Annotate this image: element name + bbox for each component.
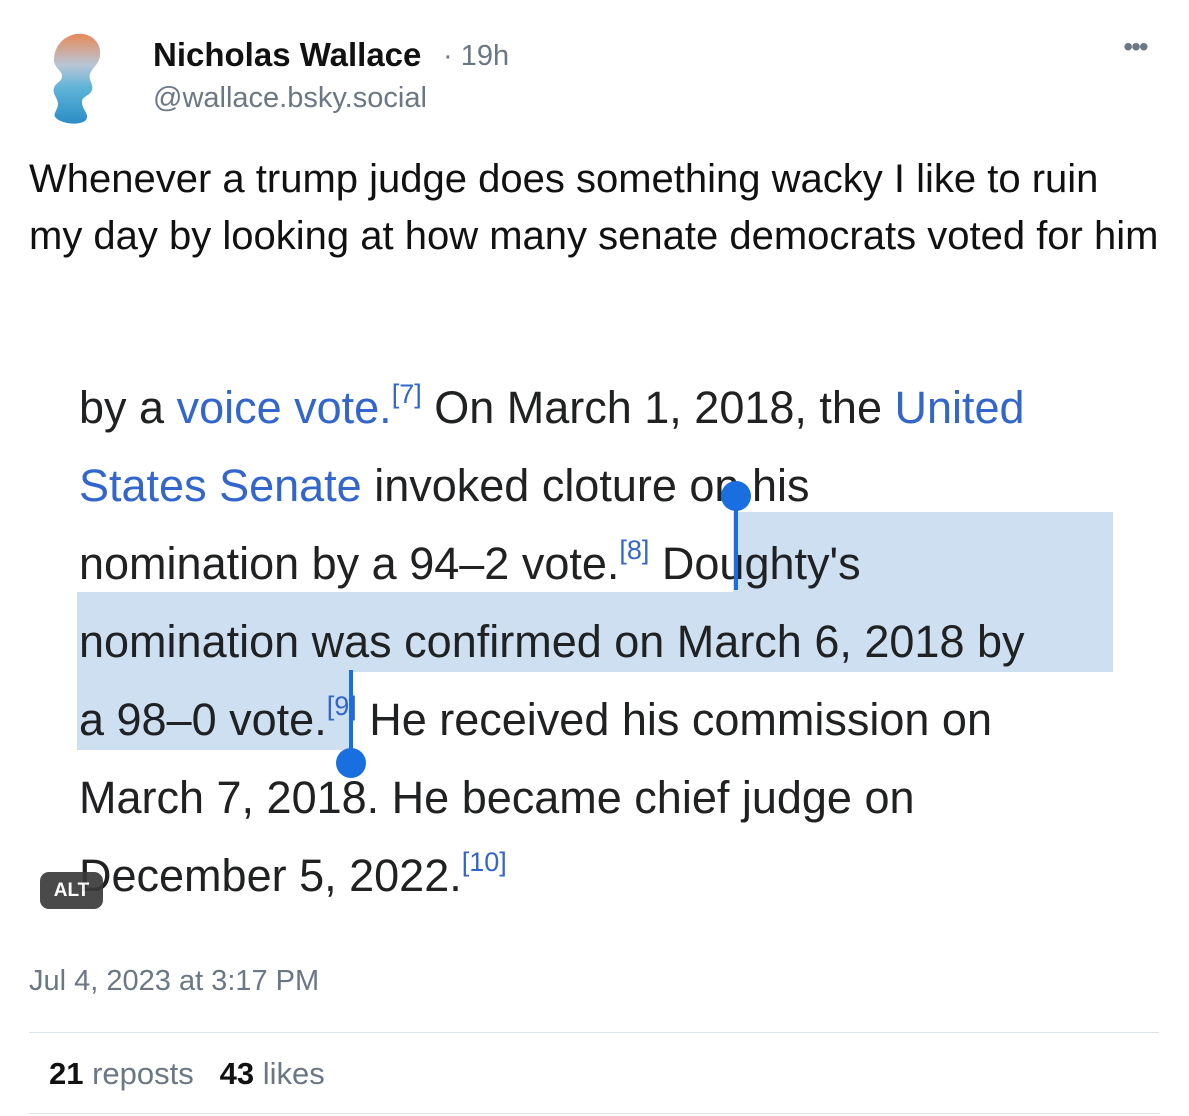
author-name[interactable]: Nicholas Wallace [153,36,421,74]
image-line-6: March 7, 2018. He became chief judge on [79,772,915,823]
post-image[interactable]: by a voice vote.[7] On March 1, 2018, th… [29,358,1159,928]
reposts-count: 21 [49,1056,84,1091]
post-stats: 21 reposts 43 likes [49,1056,325,1092]
likes-link[interactable]: 43 likes [220,1056,325,1091]
post-time[interactable]: · 19h [443,40,509,73]
image-line-7: December 5, 2022.[10] [79,847,507,901]
avatar[interactable] [46,30,110,126]
image-line-2: States Senate invoked cloture on his [79,460,810,511]
selection-end-handle-icon [336,748,366,778]
author-handle[interactable]: @wallace.bsky.social [153,82,427,115]
more-options-button[interactable]: ••• [1115,32,1155,62]
alt-text-badge[interactable]: ALT [40,872,103,909]
likes-count: 43 [219,1056,255,1091]
more-options-icon: ••• [1123,31,1148,62]
time-separator: · [443,40,453,72]
divider [29,1032,1159,1033]
selection-start-cursor [734,498,738,590]
post-text: Whenever a trump judge does something wa… [29,157,1159,258]
image-line-3: nomination by a 94–2 vote.[8] Doughty's [79,535,861,589]
image-line-4: nomination was confirmed on March 6, 201… [79,616,1025,667]
bottom-divider [29,1113,1159,1114]
silhouette-avatar-icon [53,33,101,124]
likes-label: likes [262,1056,325,1091]
reposts-link[interactable]: 21 reposts [49,1056,194,1091]
time-ago[interactable]: 19h [461,40,509,72]
post-timestamp: Jul 4, 2023 at 3:17 PM [29,965,320,997]
reposts-label: reposts [92,1056,194,1091]
image-line-5: a 98–0 vote.[9] He received his commissi… [79,691,992,745]
image-line-1: by a voice vote.[7] On March 1, 2018, th… [79,379,1025,433]
